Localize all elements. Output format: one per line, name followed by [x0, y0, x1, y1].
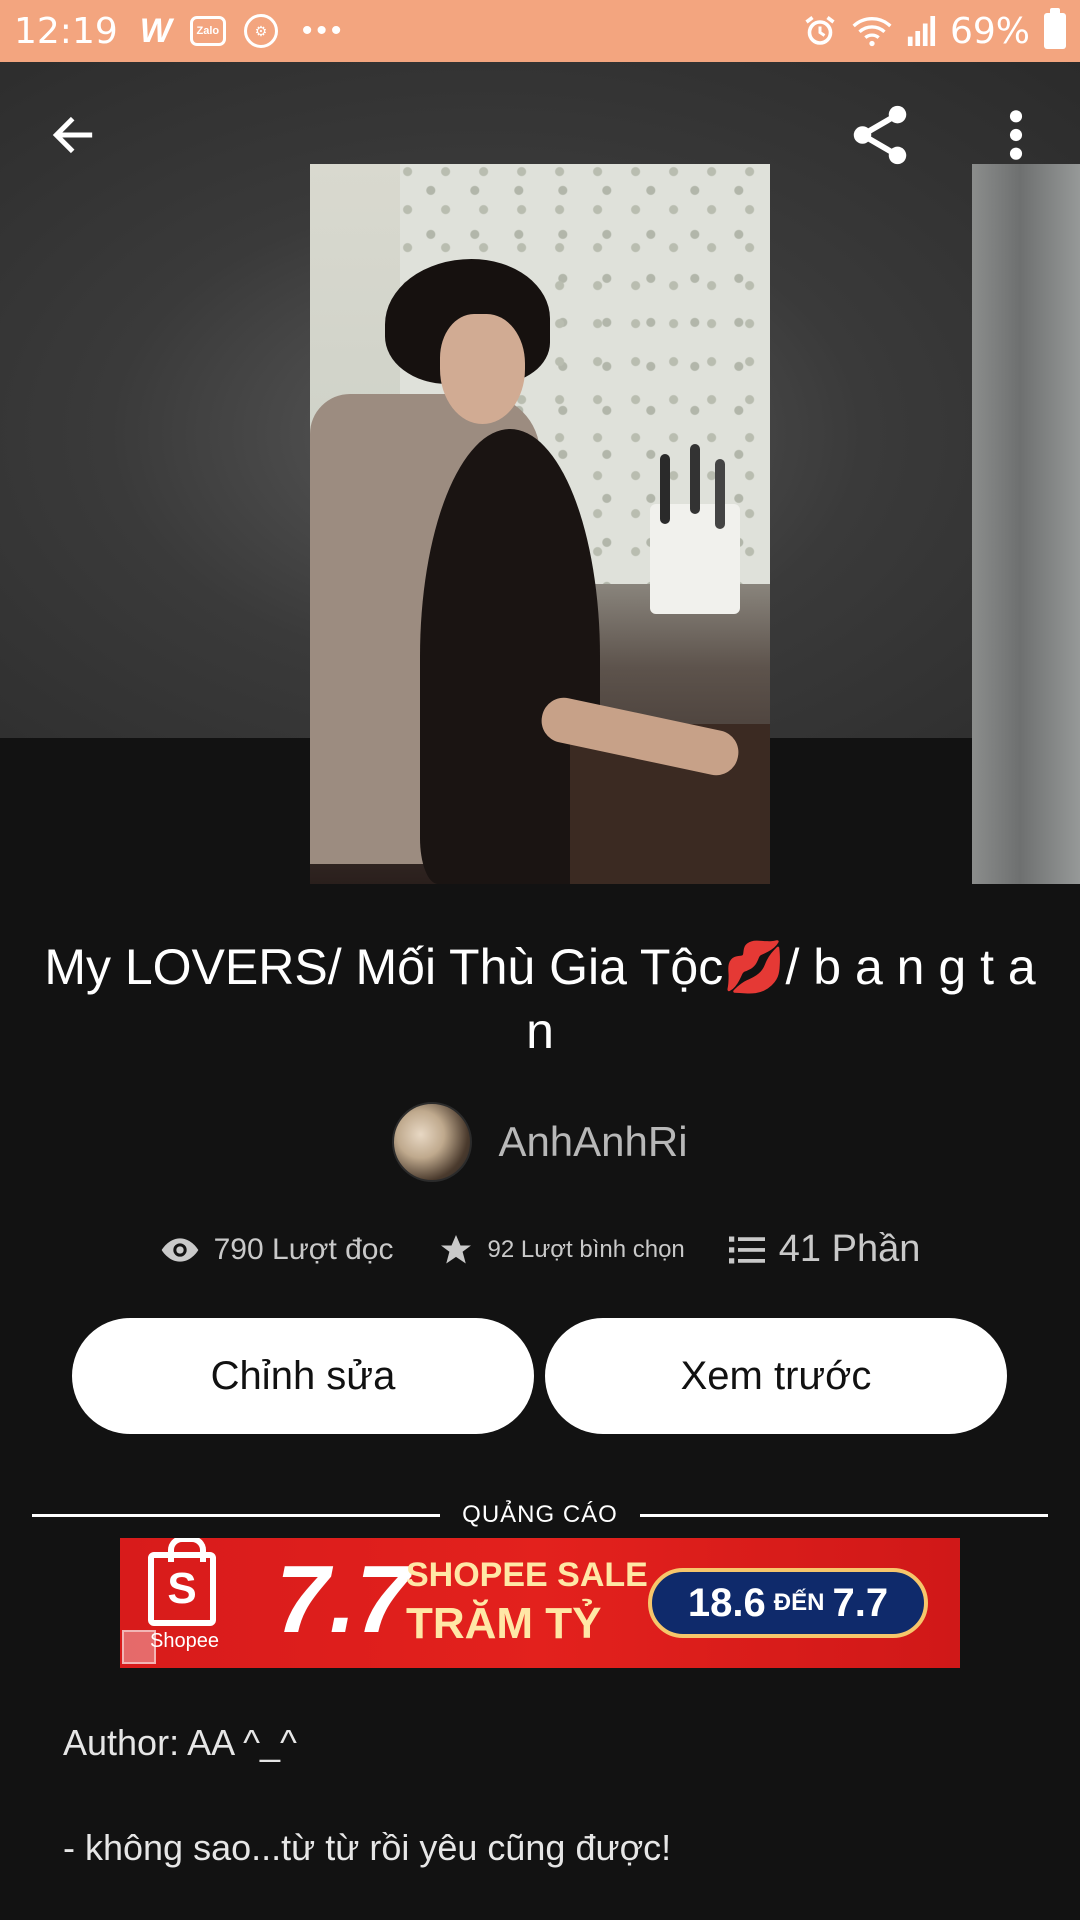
- story-cover-image[interactable]: [310, 164, 770, 884]
- divider-line-left: [32, 1513, 441, 1517]
- arrow-left-icon: [52, 116, 93, 154]
- shopee-bag-icon: S: [148, 1538, 216, 1626]
- ad-divider: QUẢNG CÁO: [32, 1500, 1048, 1530]
- ad-brand: Shopee: [150, 1630, 219, 1652]
- wattpad-notification-icon: W: [139, 11, 172, 50]
- edit-button[interactable]: Chỉnh sửa: [72, 1318, 534, 1434]
- more-vertical-icon: [1009, 110, 1023, 160]
- parts-stat: 41 Phần: [728, 1228, 921, 1271]
- star-icon: [440, 1234, 471, 1263]
- ad-date-from: 18.6: [687, 1580, 766, 1625]
- author-name[interactable]: AnhAnhRi: [498, 1118, 687, 1166]
- ad-banner[interactable]: S Shopee 7.7 SHOPEE SALE TRĂM TỶ 18.6 ĐẾ…: [120, 1538, 960, 1668]
- cover-figure-face: [440, 314, 525, 424]
- divider-line-right: [639, 1513, 1048, 1517]
- next-cover-peek[interactable]: [972, 164, 1080, 884]
- author-row[interactable]: AnhAnhRi: [0, 1102, 1080, 1182]
- ad-headline-bottom: TRĂM TỶ: [406, 1599, 602, 1648]
- ad-date-badge: 18.6 ĐẾN 7.7: [648, 1568, 928, 1638]
- battery-percent: 69%: [949, 10, 1030, 52]
- more-options-button[interactable]: [976, 95, 1056, 175]
- wifi-icon: [852, 17, 892, 47]
- eye-icon: [161, 1237, 198, 1262]
- share-icon: [853, 105, 907, 165]
- app-notification-icon: ⚙: [243, 14, 278, 48]
- story-stats: 790 Lượt đọc 92 Lượt bình chọn 41 Phần: [0, 1228, 1080, 1271]
- reads-stat: 790 Lượt đọc: [160, 1233, 394, 1267]
- ad-info-icon[interactable]: [122, 1630, 156, 1664]
- ad-headline-number: 7.7: [276, 1546, 410, 1653]
- ad-headline-top: SHOPEE SALE: [406, 1556, 648, 1594]
- avatar[interactable]: [392, 1102, 473, 1182]
- story-title: My LOVERS/ Mối Thù Gia Tộc💋/ b a n g t a…: [44, 939, 1036, 1059]
- ad-label: QUẢNG CÁO: [462, 1501, 618, 1528]
- share-button[interactable]: [840, 95, 920, 175]
- cover-utensils: [650, 454, 740, 614]
- status-right: 69%: [802, 8, 1066, 52]
- parts-count: 41 Phần: [778, 1228, 921, 1270]
- ad-date-to: 7.7: [832, 1580, 889, 1625]
- signal-icon: [907, 16, 936, 46]
- back-button[interactable]: [33, 95, 113, 175]
- status-time: 12:19: [14, 10, 118, 52]
- description-line: Author: AA ^_^: [63, 1722, 297, 1763]
- votes-stat: 92 Lượt bình chọn: [438, 1232, 685, 1268]
- battery-icon: [1044, 8, 1066, 49]
- votes-count: 92 Lượt bình chọn: [487, 1235, 685, 1263]
- alarm-icon: [805, 16, 835, 45]
- ad-date-word: ĐẾN: [773, 1589, 825, 1616]
- description-line: - không sao...từ từ rồi yêu cũng được!: [63, 1827, 672, 1868]
- zalo-notification-icon: Zalo: [189, 16, 226, 46]
- status-bar: 12:19 W Zalo ⚙ ••• 69%: [0, 0, 1080, 62]
- more-notifications-icon: •••: [301, 14, 346, 47]
- list-icon: [728, 1236, 765, 1263]
- reads-count: 790 Lượt đọc: [213, 1232, 394, 1266]
- story-description: Author: AA ^_^ - không sao...từ từ rồi y…: [63, 1720, 1023, 1871]
- preview-button[interactable]: Xem trước: [545, 1318, 1007, 1434]
